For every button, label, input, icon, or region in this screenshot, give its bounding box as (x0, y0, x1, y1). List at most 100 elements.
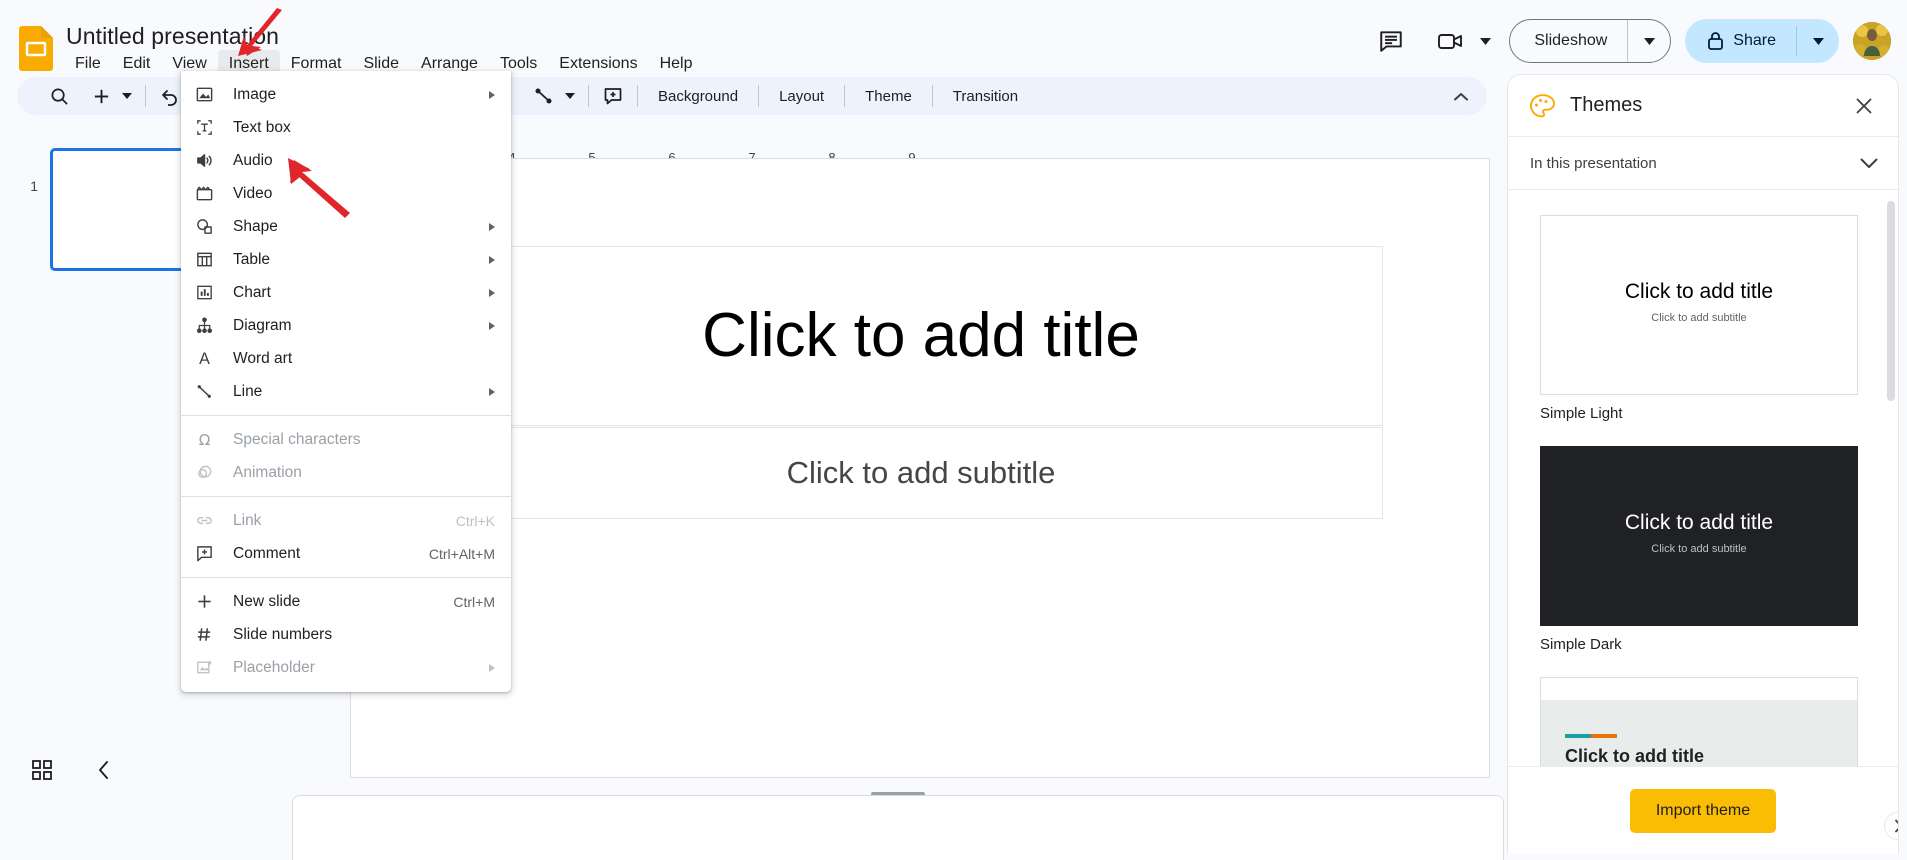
new-slide-plus-icon[interactable] (85, 80, 117, 112)
menu-item-label: Diagram (233, 316, 292, 334)
menu-item-label: Link (233, 511, 262, 529)
menu-item-label: Line (233, 382, 263, 400)
slideshow-button-group[interactable]: Slideshow (1509, 19, 1672, 63)
theme-thumbnail: Click to add title Click to add subtitle (1540, 215, 1858, 395)
theme-card-simple-dark[interactable]: Click to add title Click to add subtitle… (1508, 422, 1898, 653)
theme-thumbnail: Click to add title Click to add subtitle (1540, 677, 1858, 766)
share-button[interactable]: Share (1685, 19, 1796, 63)
meet-chevron-down-icon[interactable] (1475, 25, 1495, 57)
shape-icon (195, 217, 223, 237)
svg-text:A: A (199, 350, 210, 368)
menu-item-chart[interactable]: Chart (181, 276, 511, 309)
themes-panel-header: Themes (1508, 75, 1898, 137)
submenu-arrow-icon (489, 222, 495, 231)
slide-number: 1 (30, 178, 38, 194)
title-placeholder[interactable]: Click to add title (459, 246, 1383, 426)
import-theme-button[interactable]: Import theme (1629, 788, 1777, 833)
video-icon (195, 184, 223, 204)
menu-item-text-box[interactable]: Text box (181, 111, 511, 144)
themes-filter-dropdown[interactable]: In this presentation (1508, 137, 1898, 190)
theme-button[interactable]: Theme (853, 83, 924, 110)
menu-item-comment[interactable]: Comment Ctrl+Alt+M (181, 537, 511, 570)
themes-list[interactable]: Click to add title Click to add subtitle… (1508, 191, 1898, 766)
filmstrip-bottom-bar (0, 740, 292, 800)
chevron-down-icon[interactable] (1860, 158, 1878, 169)
svg-text:Ω: Ω (199, 431, 211, 449)
menu-item-special-characters: Ω Special characters (181, 423, 511, 456)
menu-item-slide-numbers[interactable]: Slide numbers (181, 618, 511, 651)
menu-item-label: Chart (233, 283, 271, 301)
plus-icon (195, 592, 223, 612)
menu-item-shortcut: Ctrl+M (453, 593, 495, 610)
menu-item-label: Table (233, 250, 271, 268)
toolbar-divider-1 (145, 85, 146, 107)
line-chevron-down-icon[interactable] (560, 80, 580, 112)
menu-item-audio[interactable]: Audio (181, 144, 511, 177)
layout-button[interactable]: Layout (767, 83, 836, 110)
close-icon[interactable] (1846, 88, 1882, 124)
menu-item-label: Animation (233, 463, 302, 481)
new-slide-chevron-down-icon[interactable] (117, 80, 137, 112)
background-button[interactable]: Background (646, 83, 750, 110)
menu-item-diagram[interactable]: Diagram (181, 309, 511, 342)
speaker-notes-panel[interactable] (292, 795, 1504, 860)
slide-editing-canvas[interactable]: Click to add title Click to add subtitle (350, 158, 1490, 778)
chart-icon (195, 283, 223, 303)
theme-name: Simple Light (1540, 405, 1623, 422)
link-icon (195, 511, 223, 531)
themes-panel: Themes In this presentation Click to add… (1507, 74, 1899, 854)
video-camera-icon[interactable] (1429, 19, 1473, 63)
menu-separator-1 (181, 415, 511, 416)
theme-card-streamline[interactable]: Click to add title Click to add subtitle (1508, 653, 1898, 766)
submenu-arrow-icon (489, 387, 495, 396)
audio-icon (195, 151, 223, 171)
theme-name: Simple Dark (1540, 636, 1622, 653)
line-tool-icon[interactable] (528, 80, 560, 112)
meet-button-group[interactable] (1429, 19, 1495, 63)
subtitle-placeholder[interactable]: Click to add subtitle (459, 427, 1383, 519)
theme-thumb-title: Click to add title (1624, 511, 1774, 534)
comment-history-icon[interactable] (1369, 19, 1413, 63)
menu-item-label: Placeholder (233, 658, 315, 676)
menu-help[interactable]: Help (649, 50, 704, 77)
menu-item-shape[interactable]: Shape (181, 210, 511, 243)
themes-panel-scrollbar[interactable] (1887, 201, 1895, 401)
menu-separator-3 (181, 577, 511, 578)
search-icon[interactable] (43, 80, 75, 112)
chevron-left-icon[interactable] (84, 750, 124, 790)
menu-item-image[interactable]: Image (181, 78, 511, 111)
share-chevron-down-icon[interactable] (1797, 20, 1839, 62)
diagram-icon (195, 316, 223, 336)
menu-item-table[interactable]: Table (181, 243, 511, 276)
menu-item-new-slide[interactable]: New slide Ctrl+M (181, 585, 511, 618)
theme-card-simple-light[interactable]: Click to add title Click to add subtitle… (1508, 191, 1898, 422)
slideshow-chevron-down-icon[interactable] (1628, 20, 1670, 62)
add-comment-icon[interactable] (597, 80, 629, 112)
google-slides-logo-icon[interactable] (19, 26, 53, 71)
avatar[interactable] (1853, 22, 1891, 60)
document-title[interactable]: Untitled presentation (66, 23, 279, 50)
share-button-group[interactable]: Share (1685, 19, 1839, 63)
theme-thumb-accent-rule (1565, 734, 1617, 738)
menu-item-placeholder: Placeholder (181, 651, 511, 684)
title-placeholder-text: Click to add title (702, 301, 1140, 370)
top-right-actions: Slideshow Share (1369, 17, 1891, 65)
table-icon (195, 250, 223, 270)
insert-dropdown-menu[interactable]: Image Text box Audio Video Shape Table C… (181, 71, 511, 692)
lock-icon (1707, 31, 1724, 51)
menu-extensions[interactable]: Extensions (548, 50, 648, 77)
submenu-arrow-icon (489, 663, 495, 672)
menu-item-video[interactable]: Video (181, 177, 511, 210)
menu-file[interactable]: File (64, 50, 112, 77)
menu-separator-2 (181, 496, 511, 497)
grid-view-icon[interactable] (22, 750, 62, 790)
transition-button[interactable]: Transition (941, 83, 1030, 110)
menu-edit[interactable]: Edit (112, 50, 162, 77)
slideshow-button[interactable]: Slideshow (1510, 20, 1627, 62)
toolbar-collapse-chevron-up-icon[interactable] (1445, 80, 1477, 112)
menu-item-label: Comment (233, 544, 301, 562)
menu-item-word-art[interactable]: A Word art (181, 342, 511, 375)
submenu-arrow-icon (489, 255, 495, 264)
menu-item-line[interactable]: Line (181, 375, 511, 408)
menu-item-shortcut: Ctrl+Alt+M (428, 545, 495, 562)
